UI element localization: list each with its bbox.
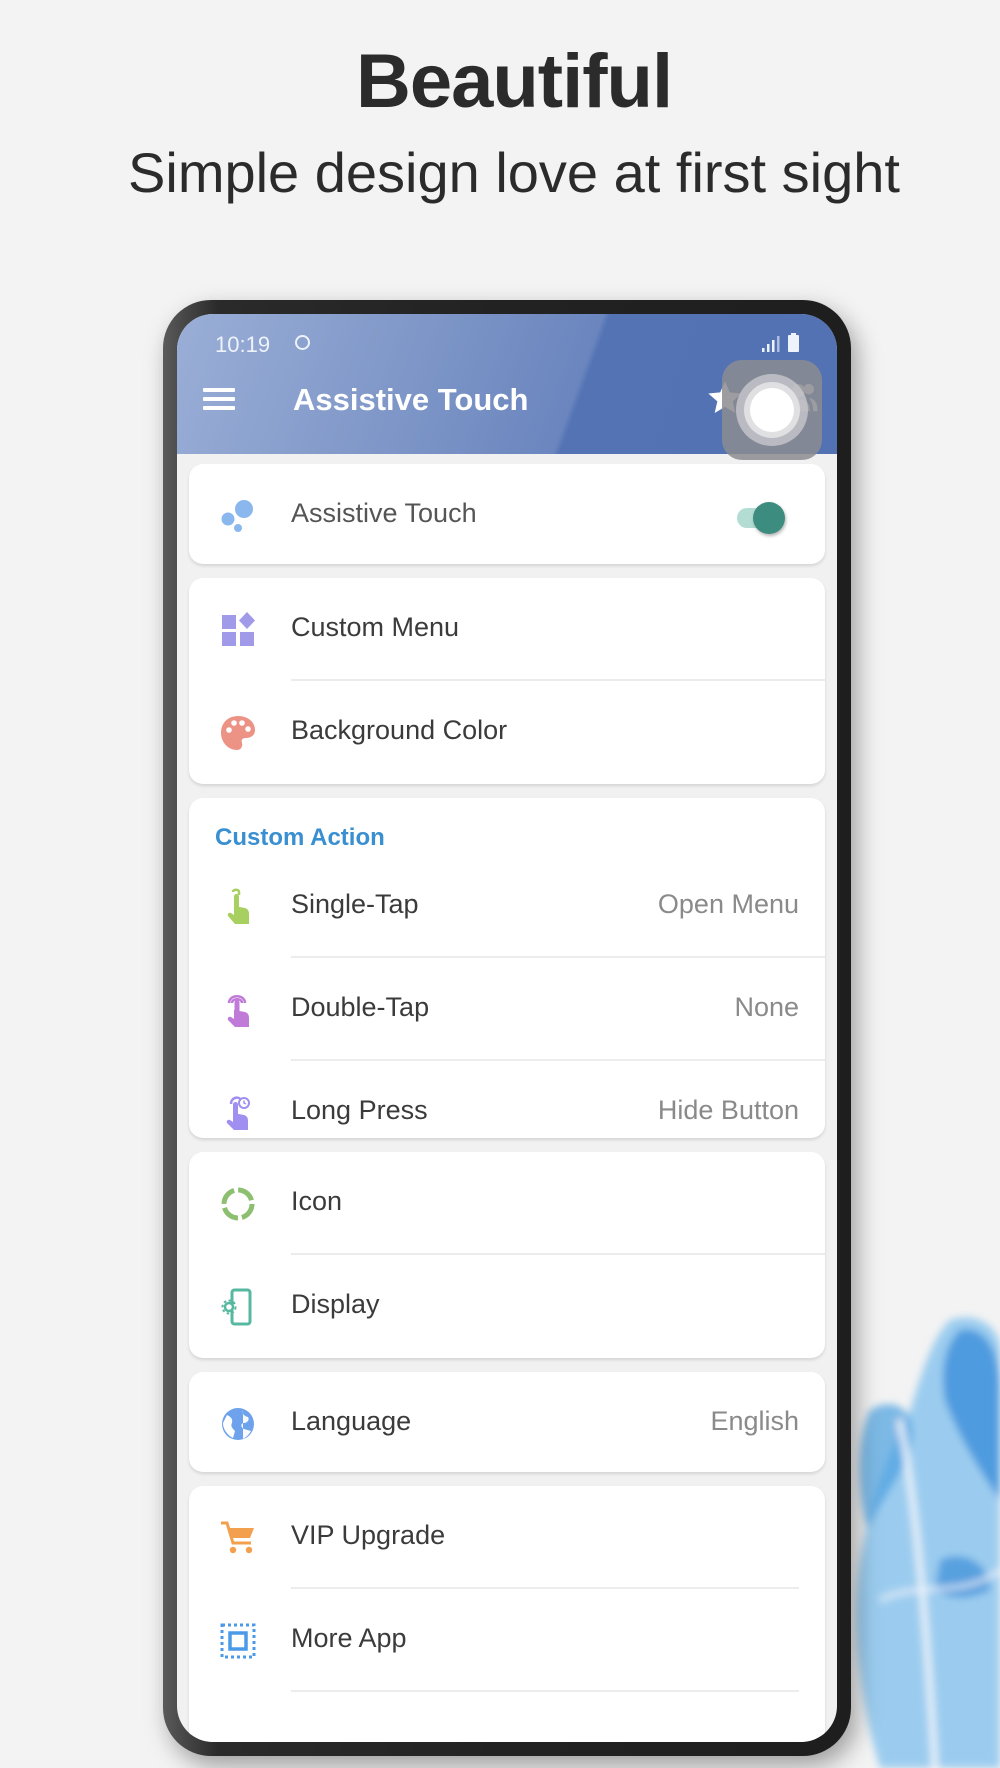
custom-menu-label: Custom Menu [291, 612, 460, 642]
widgets-icon [222, 612, 255, 646]
more-app-label: More App [291, 1623, 407, 1653]
phone-frame: 10:19 Assistive Touch Assistive Touch Cu… [163, 300, 851, 1756]
list-item-single-tap[interactable]: Single-Tap Open Menu [189, 855, 825, 958]
vip-upgrade-label: VIP Upgrade [291, 1520, 446, 1550]
language-card: Language English [189, 1372, 825, 1472]
double-tap-value: None [734, 992, 799, 1022]
settings-card: Icon Display [189, 1152, 825, 1358]
display-settings-icon [221, 1288, 252, 1326]
status-time: 10:19 [215, 332, 271, 357]
long-press-value: Hide Button [657, 1095, 799, 1125]
menu-icon[interactable] [203, 384, 237, 414]
single-tap-icon [227, 888, 249, 924]
more-card: VIP Upgrade More App [189, 1486, 825, 1742]
custom-action-card: Custom Action Single-Tap Open Menu Doubl… [189, 798, 825, 1138]
battery-icon [788, 333, 799, 352]
single-tap-value: Open Menu [657, 889, 799, 919]
circle-notification-icon [295, 335, 310, 350]
globe-icon [222, 1408, 254, 1440]
long-press-label: Long Press [291, 1095, 428, 1125]
double-tap-icon [227, 995, 249, 1027]
status-bar: 10:19 [215, 328, 799, 358]
language-label: Language [291, 1406, 412, 1436]
appearance-card: Custom Menu Background Color [189, 578, 825, 784]
assistive-touch-label: Assistive Touch [291, 498, 477, 528]
ring-icon [221, 1187, 255, 1221]
assistive-touch-icon[interactable] [722, 360, 822, 460]
list-item-vip-upgrade[interactable]: VIP Upgrade [189, 1486, 825, 1589]
bubbles-icon [221, 500, 253, 532]
list-item-display[interactable]: Display [189, 1255, 825, 1358]
custom-action-section-title: Custom Action [215, 824, 385, 851]
promo-headline: Beautiful [355, 39, 673, 124]
assistive-touch-card: Assistive Touch [189, 464, 825, 564]
double-tap-label: Double-Tap [291, 992, 430, 1022]
list-item-custom-menu[interactable]: Custom Menu [189, 578, 825, 681]
list-item-more-app[interactable]: More App [189, 1589, 825, 1692]
assistive-touch-row[interactable]: Assistive Touch [189, 464, 825, 567]
single-tap-label: Single-Tap [291, 889, 419, 919]
signal-icon [762, 336, 780, 352]
phone-screen: 10:19 Assistive Touch Assistive Touch Cu… [177, 314, 837, 1742]
cart-icon [221, 1521, 254, 1554]
palette-icon [221, 716, 255, 750]
watercolor-decoration [856, 1317, 1000, 1768]
long-press-icon [226, 1096, 250, 1130]
background-color-label: Background Color [291, 715, 508, 745]
promo-subline: Simple design love at first sight [128, 141, 900, 204]
list-item-language[interactable]: Language English [189, 1372, 825, 1475]
assistive-touch-toggle[interactable] [733, 500, 787, 534]
list-item-icon[interactable]: Icon [189, 1152, 825, 1255]
list-item-double-tap[interactable]: Double-Tap None [189, 958, 825, 1061]
language-value: English [710, 1406, 799, 1436]
app-title: Assistive Touch [293, 382, 529, 417]
select-all-icon [220, 1623, 256, 1659]
list-item-long-press[interactable]: Long Press Hide Button [189, 1061, 825, 1164]
list-item-background-color[interactable]: Background Color [189, 681, 825, 784]
display-label: Display [291, 1289, 380, 1319]
icon-label: Icon [291, 1186, 343, 1216]
